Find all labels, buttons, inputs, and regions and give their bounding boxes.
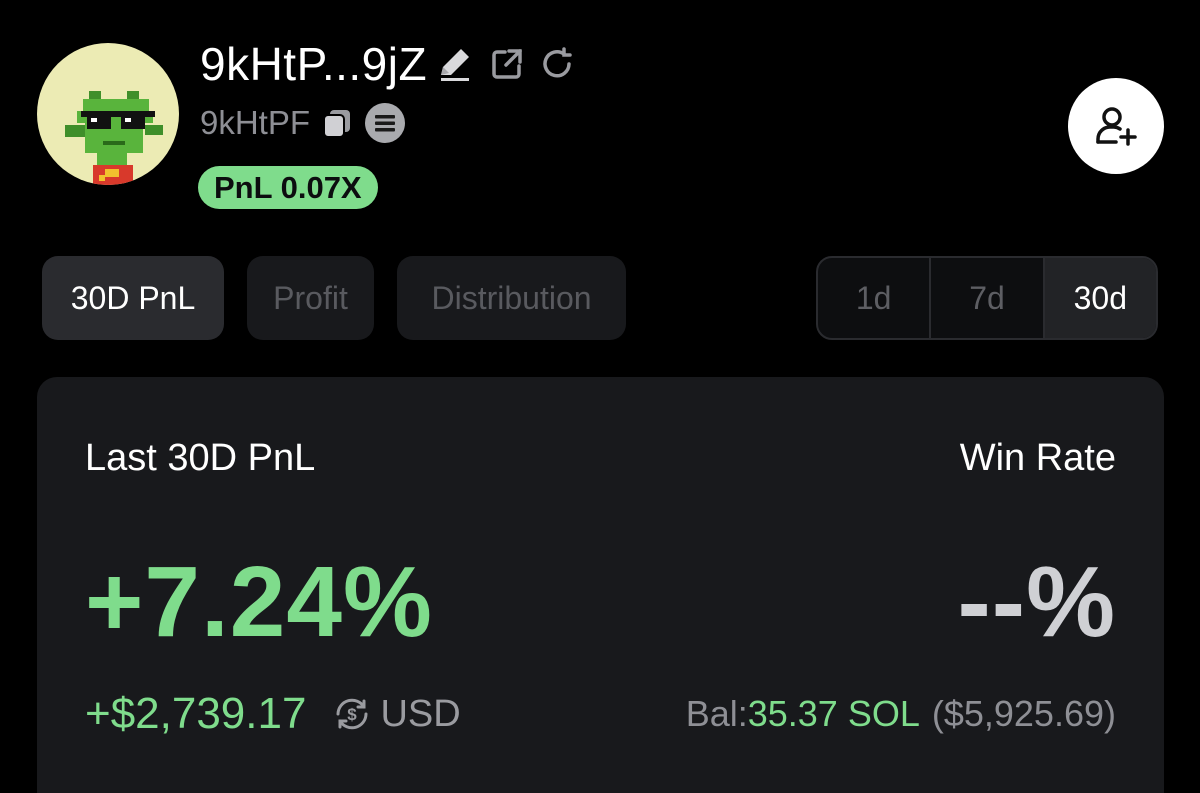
avatar[interactable]	[37, 43, 179, 185]
currency-switch-icon[interactable]: $	[332, 694, 372, 734]
period-30d[interactable]: 30d	[1042, 258, 1156, 338]
pnl-multiplier-badge: PnL 0.07X	[198, 166, 378, 209]
short-address: 9kHtPF	[200, 104, 311, 141]
balance-row: Bal: 35.37 SOL ($5,925.69)	[686, 687, 1116, 741]
balance-sol: 35.37 SOL	[747, 693, 920, 734]
balance-label: Bal:	[685, 693, 748, 734]
frog-avatar-icon	[65, 91, 163, 185]
period-7d[interactable]: 7d	[929, 258, 1042, 338]
solana-icon	[364, 102, 406, 144]
follow-button[interactable]	[1068, 78, 1164, 174]
address-row: 9kHtPF	[200, 102, 406, 144]
winrate-label: Win Rate	[959, 437, 1116, 479]
wallet-title-row: 9kHtP...9jZ	[200, 38, 575, 90]
pnl-usd-value: +$2,739.17	[85, 689, 307, 738]
wallet-profile-page: 9kHtP...9jZ 9kHtPF PnL 0.07X 30D PnL Pro…	[0, 0, 1200, 793]
tab-30d-pnl[interactable]: 30D PnL	[42, 256, 224, 340]
balance-usd: ($5,925.69)	[931, 693, 1116, 734]
svg-text:$: $	[348, 705, 358, 724]
currency-label[interactable]: USD	[380, 693, 460, 736]
tab-distribution[interactable]: Distribution	[397, 256, 626, 340]
period-1d[interactable]: 1d	[818, 258, 929, 338]
pnl-stats-card: Last 30D PnL Win Rate +7.24% --% +$2,739…	[37, 377, 1164, 793]
copy-icon[interactable]	[320, 106, 354, 140]
wallet-name: 9kHtP...9jZ	[200, 38, 428, 90]
tab-profit[interactable]: Profit	[247, 256, 374, 340]
pnl-label: Last 30D PnL	[85, 437, 316, 479]
refresh-icon[interactable]	[539, 46, 575, 82]
external-link-icon[interactable]	[489, 46, 525, 82]
pnl-usd-row: +$2,739.17 $ USD	[85, 687, 461, 741]
winrate-value: --%	[957, 546, 1116, 658]
edit-icon[interactable]	[433, 43, 475, 85]
pnl-percent: +7.24%	[85, 546, 433, 658]
period-selector: 1d 7d 30d	[816, 256, 1158, 340]
add-user-icon	[1096, 107, 1137, 146]
